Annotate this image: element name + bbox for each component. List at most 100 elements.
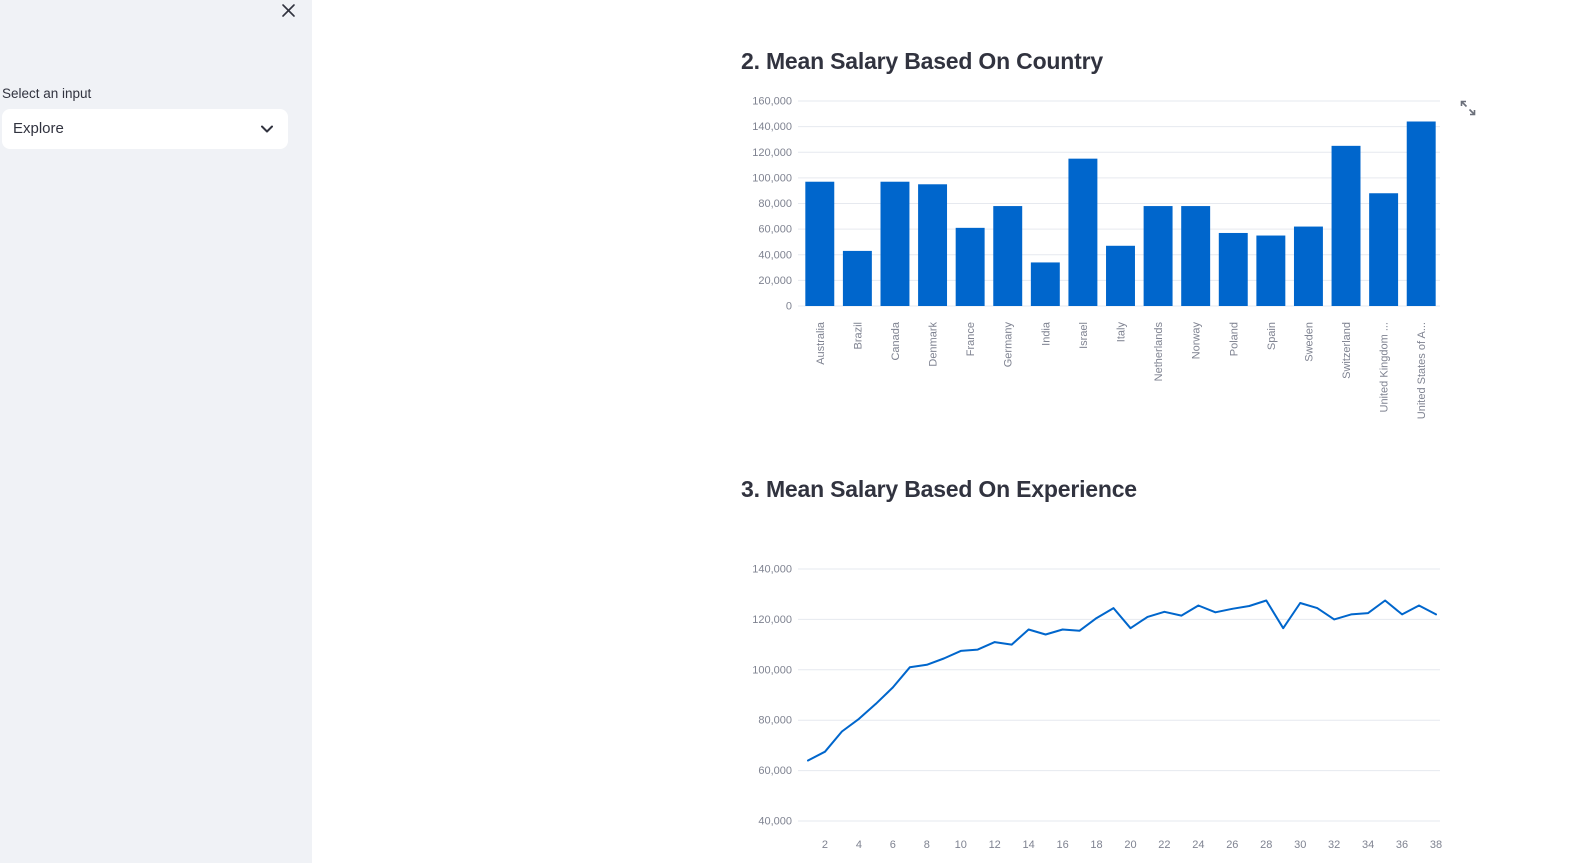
x-tick-label: Germany: [1003, 322, 1015, 368]
experience-chart-heading: 3. Mean Salary Based On Experience: [741, 476, 1137, 502]
data-point: [1384, 599, 1386, 602]
data-point: [1282, 627, 1285, 630]
y-tick-label: 100,000: [752, 664, 792, 676]
x-tick-label: 18: [1090, 839, 1102, 851]
data-point: [1129, 627, 1132, 630]
select-value: Explore: [13, 120, 64, 137]
x-tick-label: 6: [890, 839, 896, 851]
bar: [1406, 121, 1436, 306]
y-tick-label: 100,000: [752, 172, 792, 184]
y-tick-label: 40,000: [758, 249, 792, 261]
x-tick-label: 36: [1396, 839, 1408, 851]
data-point: [807, 759, 809, 762]
y-tick-label: 140,000: [752, 121, 792, 133]
y-tick-label: 120,000: [752, 614, 792, 626]
y-tick-label: 120,000: [752, 147, 792, 159]
data-point: [1316, 607, 1318, 609]
y-tick-label: 60,000: [758, 224, 792, 236]
x-tick-label: 4: [856, 839, 862, 851]
select-label: Select an input: [2, 86, 92, 101]
bar: [1143, 206, 1173, 306]
x-tick-label: Netherlands: [1153, 322, 1165, 382]
x-tick-label: 10: [955, 839, 967, 851]
x-tick-label: India: [1040, 321, 1052, 346]
data-point: [1180, 614, 1183, 617]
x-tick-label: 34: [1362, 839, 1374, 851]
bar: [805, 181, 835, 306]
bar: [1218, 232, 1248, 306]
bar: [1068, 158, 1098, 306]
bar: [1181, 206, 1211, 306]
x-tick-label: 14: [1023, 839, 1035, 851]
x-tick-label: 12: [989, 839, 1001, 851]
data-point: [976, 648, 979, 651]
experience-line-chart: 40,000 60,000 80,000 100,000 120,000 140,000 2…: [752, 564, 1442, 852]
bar: [1293, 226, 1323, 306]
x-tick-label: 8: [924, 839, 930, 851]
x-tick-label: 30: [1294, 839, 1306, 851]
bar: [1030, 262, 1060, 306]
data-point: [1231, 608, 1234, 610]
data-point: [926, 663, 928, 666]
data-point: [841, 730, 843, 733]
x-tick-label: 38: [1430, 839, 1442, 851]
close-icon[interactable]: [279, 1, 299, 21]
data-point: [875, 703, 877, 705]
series-line: [807, 599, 1437, 762]
data-point: [1078, 629, 1081, 632]
y-tick-label: 80,000: [758, 715, 792, 727]
x-tick-label: 32: [1328, 839, 1340, 851]
y-tick-label: 0: [786, 301, 792, 313]
x-tick-label: Australia: [815, 321, 827, 365]
data-point: [1061, 628, 1064, 631]
chevron-down-icon: [260, 122, 274, 136]
x-tick-label: Canada: [890, 321, 902, 360]
data-point: [1163, 611, 1166, 613]
data-point: [1265, 599, 1268, 602]
x-tick-label: Italy: [1116, 322, 1128, 343]
bar: [1331, 145, 1361, 306]
data-point: [1435, 613, 1437, 616]
data-point: [1248, 605, 1251, 607]
data-point: [909, 666, 911, 669]
data-point: [1418, 604, 1420, 607]
x-tick-label: Sweden: [1303, 322, 1315, 362]
data-point: [942, 657, 945, 660]
data-point: [1197, 604, 1200, 607]
sidebar: Select an input Explore: [0, 0, 312, 863]
x-tick-label: Switzerland: [1341, 322, 1353, 379]
y-tick-label: 60,000: [758, 765, 792, 777]
x-tick-label: Spain: [1266, 322, 1278, 350]
x-tick-label: United States of A...: [1416, 322, 1428, 419]
country-bar-chart: 0 20,000 40,000 60,000 80,000 100,000 120,000 1…: [752, 96, 1440, 419]
bar: [955, 227, 985, 306]
x-tick-label: 16: [1056, 839, 1068, 851]
data-point: [1112, 607, 1115, 609]
input-select-dropdown[interactable]: Explore: [2, 109, 288, 149]
data-point: [959, 650, 962, 652]
bar: [1369, 193, 1399, 306]
x-tick-label: 28: [1260, 839, 1272, 851]
data-point: [1367, 612, 1369, 614]
y-tick-label: 40,000: [758, 816, 792, 828]
x-tick-label: Brazil: [852, 322, 864, 350]
x-tick-label: 24: [1192, 839, 1204, 851]
data-point: [993, 641, 996, 643]
bar: [842, 250, 872, 306]
bar: [1256, 235, 1286, 306]
x-tick-label: Israel: [1078, 322, 1090, 349]
x-tick-label: Poland: [1228, 322, 1240, 356]
x-tick-label: France: [965, 322, 977, 356]
x-tick-label: 2: [822, 839, 828, 851]
data-point: [1214, 611, 1217, 614]
data-point: [824, 750, 826, 753]
data-point: [1044, 633, 1047, 636]
x-tick-label: 20: [1124, 839, 1136, 851]
x-tick-label: Norway: [1191, 322, 1203, 360]
data-point: [858, 718, 860, 720]
data-point: [892, 686, 894, 689]
data-point: [1095, 617, 1098, 619]
data-point: [1350, 613, 1352, 616]
data-point: [1299, 602, 1302, 604]
fullscreen-expand-icon[interactable]: [1460, 100, 1476, 116]
